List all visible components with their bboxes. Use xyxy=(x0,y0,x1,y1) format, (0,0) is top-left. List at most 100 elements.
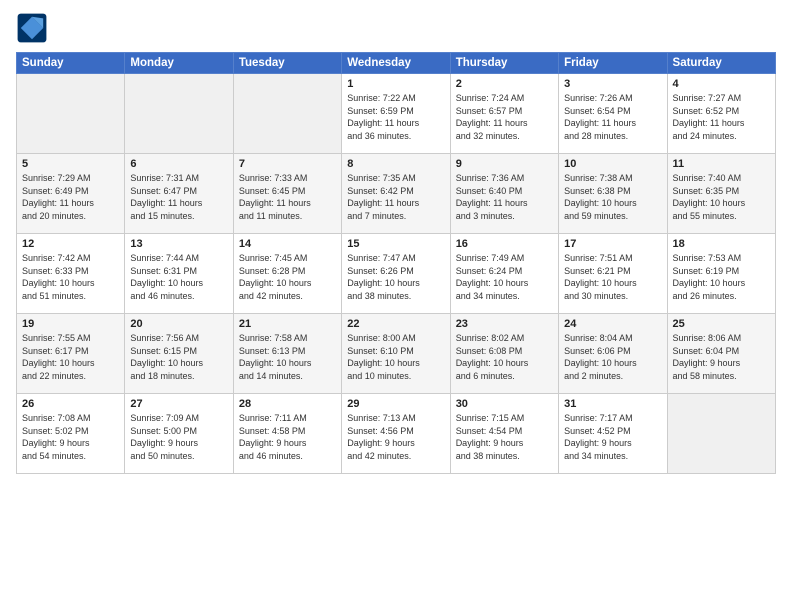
day-info: Sunrise: 7:36 AMSunset: 6:40 PMDaylight:… xyxy=(456,172,553,222)
col-header-thursday: Thursday xyxy=(450,53,558,74)
day-cell: 27 Sunrise: 7:09 AMSunset: 5:00 PMDayligh… xyxy=(125,394,233,474)
day-cell: 15 Sunrise: 7:47 AMSunset: 6:26 PMDayligh… xyxy=(342,234,450,314)
day-info: Sunrise: 7:15 AMSunset: 4:54 PMDaylight:… xyxy=(456,412,553,462)
week-row-5: 26 Sunrise: 7:08 AMSunset: 5:02 PMDayligh… xyxy=(17,394,776,474)
day-info: Sunrise: 7:22 AMSunset: 6:59 PMDaylight:… xyxy=(347,92,444,142)
day-info: Sunrise: 7:40 AMSunset: 6:35 PMDaylight:… xyxy=(673,172,770,222)
day-info: Sunrise: 7:26 AMSunset: 6:54 PMDaylight:… xyxy=(564,92,661,142)
day-info: Sunrise: 7:27 AMSunset: 6:52 PMDaylight:… xyxy=(673,92,770,142)
header-row: SundayMondayTuesdayWednesdayThursdayFrid… xyxy=(17,53,776,74)
day-cell: 29 Sunrise: 7:13 AMSunset: 4:56 PMDayligh… xyxy=(342,394,450,474)
day-number: 11 xyxy=(673,158,770,170)
week-row-4: 19 Sunrise: 7:55 AMSunset: 6:17 PMDayligh… xyxy=(17,314,776,394)
day-info: Sunrise: 7:11 AMSunset: 4:58 PMDaylight:… xyxy=(239,412,336,462)
day-cell xyxy=(125,74,233,154)
day-info: Sunrise: 8:04 AMSunset: 6:06 PMDaylight:… xyxy=(564,332,661,382)
day-cell: 6 Sunrise: 7:31 AMSunset: 6:47 PMDaylight… xyxy=(125,154,233,234)
day-number: 19 xyxy=(22,318,119,330)
day-cell: 30 Sunrise: 7:15 AMSunset: 4:54 PMDayligh… xyxy=(450,394,558,474)
day-info: Sunrise: 7:13 AMSunset: 4:56 PMDaylight:… xyxy=(347,412,444,462)
day-cell: 17 Sunrise: 7:51 AMSunset: 6:21 PMDayligh… xyxy=(559,234,667,314)
day-number: 15 xyxy=(347,238,444,250)
week-row-2: 5 Sunrise: 7:29 AMSunset: 6:49 PMDaylight… xyxy=(17,154,776,234)
day-info: Sunrise: 7:35 AMSunset: 6:42 PMDaylight:… xyxy=(347,172,444,222)
day-cell: 7Sunrise: 7:33 AMSunset: 6:45 PMDaylight… xyxy=(233,154,341,234)
day-cell: 31Sunrise: 7:17 AMSunset: 4:52 PMDayligh… xyxy=(559,394,667,474)
day-cell: 23 Sunrise: 8:02 AMSunset: 6:08 PMDayligh… xyxy=(450,314,558,394)
day-info: Sunrise: 7:17 AMSunset: 4:52 PMDaylight:… xyxy=(564,412,661,462)
day-number: 20 xyxy=(130,318,227,330)
calendar: SundayMondayTuesdayWednesdayThursdayFrid… xyxy=(16,52,776,474)
day-number: 30 xyxy=(456,398,553,410)
day-cell: 16Sunrise: 7:49 AMSunset: 6:24 PMDayligh… xyxy=(450,234,558,314)
day-number: 24 xyxy=(564,318,661,330)
day-cell: 12Sunrise: 7:42 AMSunset: 6:33 PMDayligh… xyxy=(17,234,125,314)
day-info: Sunrise: 7:51 AMSunset: 6:21 PMDaylight:… xyxy=(564,252,661,302)
day-cell: 22 Sunrise: 8:00 AMSunset: 6:10 PMDayligh… xyxy=(342,314,450,394)
day-number: 27 xyxy=(130,398,227,410)
day-info: Sunrise: 7:56 AMSunset: 6:15 PMDaylight:… xyxy=(130,332,227,382)
day-cell: 18Sunrise: 7:53 AMSunset: 6:19 PMDayligh… xyxy=(667,234,775,314)
day-number: 9 xyxy=(456,158,553,170)
day-info: Sunrise: 7:47 AMSunset: 6:26 PMDaylight:… xyxy=(347,252,444,302)
day-cell: 28 Sunrise: 7:11 AMSunset: 4:58 PMDayligh… xyxy=(233,394,341,474)
day-info: Sunrise: 7:09 AMSunset: 5:00 PMDaylight:… xyxy=(130,412,227,462)
day-cell: 3 Sunrise: 7:26 AMSunset: 6:54 PMDaylight… xyxy=(559,74,667,154)
day-cell: 25 Sunrise: 8:06 AMSunset: 6:04 PMDayligh… xyxy=(667,314,775,394)
day-cell: 19 Sunrise: 7:55 AMSunset: 6:17 PMDayligh… xyxy=(17,314,125,394)
day-info: Sunrise: 8:02 AMSunset: 6:08 PMDaylight:… xyxy=(456,332,553,382)
day-info: Sunrise: 7:08 AMSunset: 5:02 PMDaylight:… xyxy=(22,412,119,462)
day-cell: 14 Sunrise: 7:45 AMSunset: 6:28 PMDayligh… xyxy=(233,234,341,314)
header xyxy=(16,12,776,44)
day-number: 12 xyxy=(22,238,119,250)
day-number: 1 xyxy=(347,78,444,90)
col-header-sunday: Sunday xyxy=(17,53,125,74)
day-cell: 11 Sunrise: 7:40 AMSunset: 6:35 PMDayligh… xyxy=(667,154,775,234)
day-info: Sunrise: 7:44 AMSunset: 6:31 PMDaylight:… xyxy=(130,252,227,302)
day-cell: 8Sunrise: 7:35 AMSunset: 6:42 PMDaylight… xyxy=(342,154,450,234)
day-number: 4 xyxy=(673,78,770,90)
col-header-wednesday: Wednesday xyxy=(342,53,450,74)
day-info: Sunrise: 7:31 AMSunset: 6:47 PMDaylight:… xyxy=(130,172,227,222)
day-number: 16 xyxy=(456,238,553,250)
day-info: Sunrise: 7:55 AMSunset: 6:17 PMDaylight:… xyxy=(22,332,119,382)
day-number: 17 xyxy=(564,238,661,250)
day-info: Sunrise: 7:24 AMSunset: 6:57 PMDaylight:… xyxy=(456,92,553,142)
day-number: 29 xyxy=(347,398,444,410)
day-number: 6 xyxy=(130,158,227,170)
day-number: 28 xyxy=(239,398,336,410)
day-cell: 13Sunrise: 7:44 AMSunset: 6:31 PMDayligh… xyxy=(125,234,233,314)
day-info: Sunrise: 7:45 AMSunset: 6:28 PMDaylight:… xyxy=(239,252,336,302)
day-number: 14 xyxy=(239,238,336,250)
day-cell: 2 Sunrise: 7:24 AMSunset: 6:57 PMDaylight… xyxy=(450,74,558,154)
week-row-3: 12Sunrise: 7:42 AMSunset: 6:33 PMDayligh… xyxy=(17,234,776,314)
day-info: Sunrise: 8:06 AMSunset: 6:04 PMDaylight:… xyxy=(673,332,770,382)
week-row-1: 1 Sunrise: 7:22 AMSunset: 6:59 PMDaylight… xyxy=(17,74,776,154)
day-cell: 20 Sunrise: 7:56 AMSunset: 6:15 PMDayligh… xyxy=(125,314,233,394)
page: SundayMondayTuesdayWednesdayThursdayFrid… xyxy=(0,0,792,612)
day-info: Sunrise: 7:58 AMSunset: 6:13 PMDaylight:… xyxy=(239,332,336,382)
day-number: 22 xyxy=(347,318,444,330)
day-cell: 9 Sunrise: 7:36 AMSunset: 6:40 PMDaylight… xyxy=(450,154,558,234)
logo xyxy=(16,12,52,44)
day-info: Sunrise: 7:38 AMSunset: 6:38 PMDaylight:… xyxy=(564,172,661,222)
col-header-saturday: Saturday xyxy=(667,53,775,74)
col-header-tuesday: Tuesday xyxy=(233,53,341,74)
day-info: Sunrise: 8:00 AMSunset: 6:10 PMDaylight:… xyxy=(347,332,444,382)
col-header-monday: Monday xyxy=(125,53,233,74)
day-number: 10 xyxy=(564,158,661,170)
day-cell: 24 Sunrise: 8:04 AMSunset: 6:06 PMDayligh… xyxy=(559,314,667,394)
day-info: Sunrise: 7:29 AMSunset: 6:49 PMDaylight:… xyxy=(22,172,119,222)
day-number: 3 xyxy=(564,78,661,90)
day-number: 18 xyxy=(673,238,770,250)
day-number: 25 xyxy=(673,318,770,330)
day-cell: 10 Sunrise: 7:38 AMSunset: 6:38 PMDayligh… xyxy=(559,154,667,234)
day-number: 5 xyxy=(22,158,119,170)
day-info: Sunrise: 7:33 AMSunset: 6:45 PMDaylight:… xyxy=(239,172,336,222)
day-number: 2 xyxy=(456,78,553,90)
day-cell: 4 Sunrise: 7:27 AMSunset: 6:52 PMDaylight… xyxy=(667,74,775,154)
day-number: 23 xyxy=(456,318,553,330)
day-number: 26 xyxy=(22,398,119,410)
day-cell: 26 Sunrise: 7:08 AMSunset: 5:02 PMDayligh… xyxy=(17,394,125,474)
day-cell xyxy=(667,394,775,474)
